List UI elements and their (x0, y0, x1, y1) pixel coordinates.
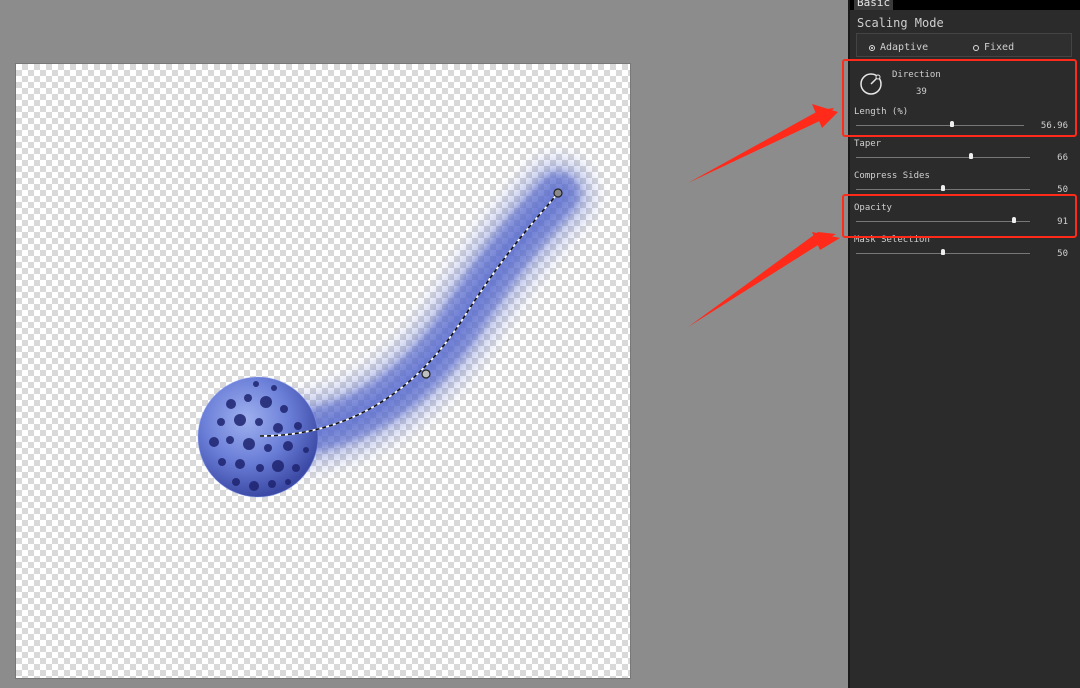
radio-selected-icon (869, 44, 875, 51)
taper-slider-thumb[interactable] (968, 153, 973, 159)
tab-bar: Basic (850, 0, 1080, 10)
textured-sphere (197, 376, 319, 498)
properties-panel: Basic Scaling Mode Adaptive Fixed Direct… (842, 0, 1080, 688)
scaling-mode-title: Scaling Mode (857, 16, 944, 30)
radio-fixed-label: Fixed (984, 42, 1015, 53)
mask-selection-slider-thumb[interactable] (941, 249, 945, 255)
compress-sides-slider-thumb[interactable] (941, 185, 945, 191)
radio-adaptive[interactable]: Adaptive (869, 42, 928, 53)
document-canvas[interactable] (16, 64, 630, 678)
highlight-box-direction-length (842, 59, 1077, 137)
taper-label: Taper (854, 139, 882, 149)
taper-slider-track[interactable] (856, 157, 1030, 158)
radio-fixed[interactable]: Fixed (973, 42, 1014, 53)
control-point-icon (421, 369, 431, 379)
control-point-icon (553, 188, 563, 198)
mask-selection-value[interactable]: 50 (1028, 249, 1068, 259)
radio-adaptive-label: Adaptive (880, 42, 929, 53)
taper-value[interactable]: 66 (1028, 153, 1068, 163)
compress-sides-label: Compress Sides (854, 171, 930, 181)
scaling-mode-group: Adaptive Fixed (856, 33, 1072, 57)
radio-unselected-icon (973, 44, 979, 51)
tab-basic[interactable]: Basic (854, 0, 894, 10)
highlight-box-opacity (842, 194, 1077, 238)
stroke-artwork (197, 159, 593, 498)
